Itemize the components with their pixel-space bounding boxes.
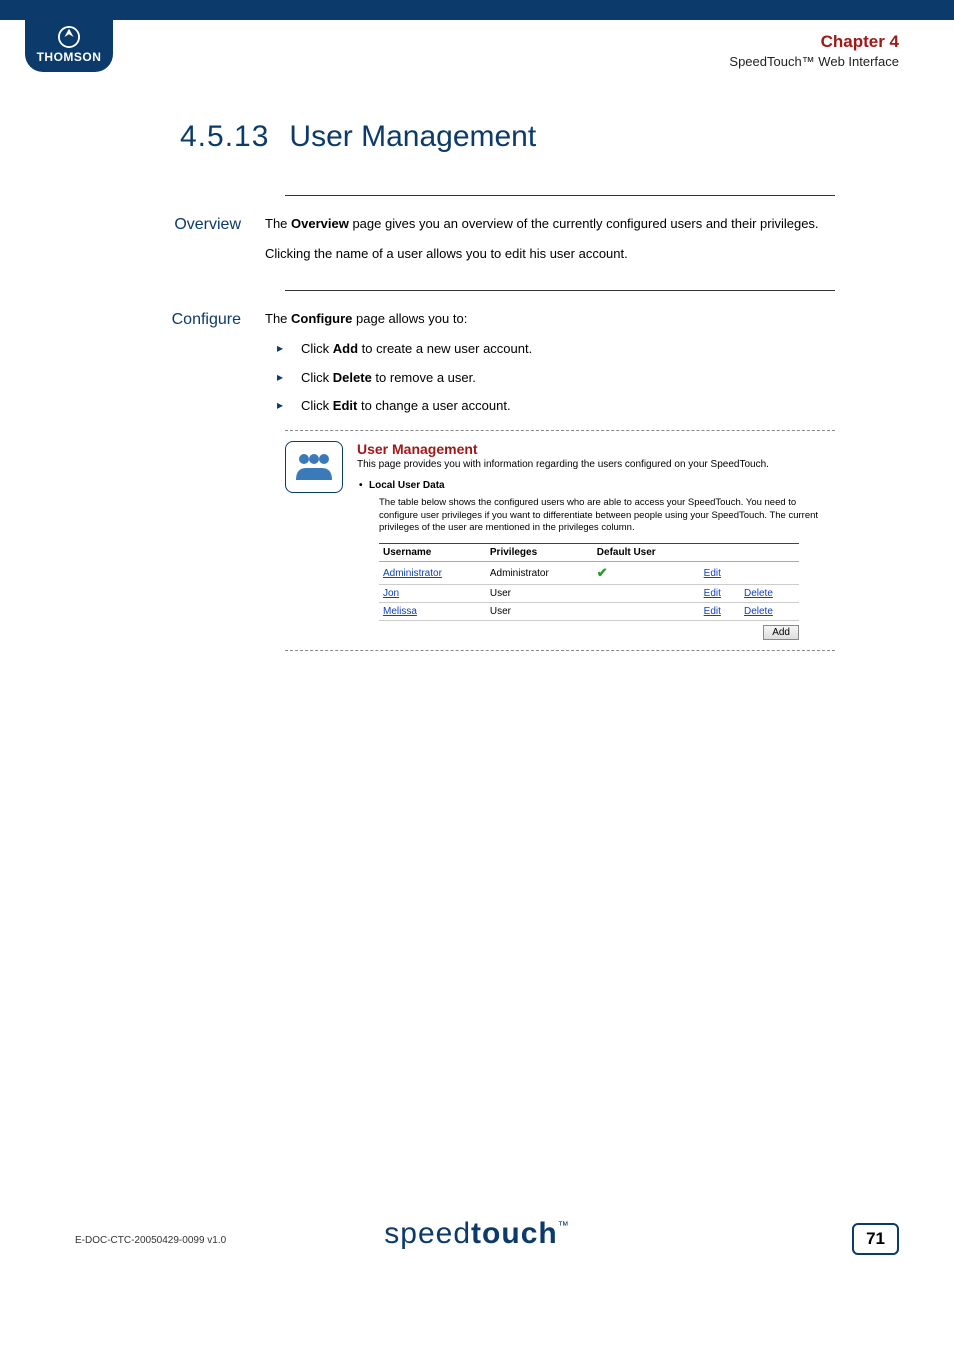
edit-link[interactable]: Edit bbox=[704, 568, 721, 579]
list-item: Click Delete to remove a user. bbox=[273, 368, 835, 388]
table-row: Administrator Administrator ✔ Edit bbox=[379, 562, 799, 585]
configure-text: The bbox=[265, 311, 291, 326]
table-row: Melissa User Edit Delete bbox=[379, 603, 799, 621]
delete-link[interactable]: Delete bbox=[744, 588, 773, 599]
top-bar bbox=[0, 0, 954, 20]
ui-note: The table below shows the configured use… bbox=[379, 497, 835, 535]
users-icon bbox=[285, 441, 343, 493]
overview-body: The Overview page gives you an overview … bbox=[265, 214, 835, 274]
configure-bold: Configure bbox=[291, 311, 352, 326]
footer-doc-id: E-DOC-CTC-20050429-0099 v1.0 bbox=[75, 1235, 226, 1246]
add-button[interactable]: Add bbox=[763, 625, 799, 640]
col-privileges: Privileges bbox=[486, 544, 593, 562]
user-link[interactable]: Melissa bbox=[383, 606, 417, 617]
priv-cell: Administrator bbox=[486, 562, 593, 585]
overview-bold: Overview bbox=[291, 216, 349, 231]
divider bbox=[285, 195, 835, 196]
user-link[interactable]: Jon bbox=[383, 588, 399, 599]
check-icon: ✔ bbox=[597, 565, 608, 580]
col-username: Username bbox=[379, 544, 486, 562]
section-title: User Management bbox=[289, 120, 536, 154]
thomson-logo-icon bbox=[58, 26, 80, 48]
header-right: Chapter 4 SpeedTouch™ Web Interface bbox=[729, 32, 899, 69]
configure-text: page allows you to: bbox=[352, 311, 467, 326]
edit-link[interactable]: Edit bbox=[704, 606, 721, 617]
section-title-row: 4.5.13 User Management bbox=[180, 120, 536, 154]
configure-heading: Configure bbox=[75, 309, 265, 424]
edit-link[interactable]: Edit bbox=[704, 588, 721, 599]
brand-name: THOMSON bbox=[37, 50, 102, 64]
user-link[interactable]: Administrator bbox=[383, 568, 442, 579]
section-number: 4.5.13 bbox=[180, 120, 269, 154]
footer-brand: speedtouch™ bbox=[384, 1217, 569, 1250]
screenshot-panel: User Management This page provides you w… bbox=[285, 430, 835, 651]
chapter-subtitle: SpeedTouch™ Web Interface bbox=[729, 54, 899, 69]
delete-link[interactable]: Delete bbox=[744, 606, 773, 617]
table-row: Jon User Edit Delete bbox=[379, 585, 799, 603]
overview-heading: Overview bbox=[75, 214, 265, 274]
priv-cell: User bbox=[486, 603, 593, 621]
divider bbox=[285, 290, 835, 291]
configure-body: The Configure page allows you to: Click … bbox=[265, 309, 835, 424]
list-item: Click Add to create a new user account. bbox=[273, 339, 835, 359]
list-item: Click Edit to change a user account. bbox=[273, 396, 835, 416]
overview-text: The bbox=[265, 216, 291, 231]
users-table: Username Privileges Default User Adminis… bbox=[379, 543, 799, 621]
page-number: 71 bbox=[852, 1223, 899, 1255]
priv-cell: User bbox=[486, 585, 593, 603]
ui-description: This page provides you with information … bbox=[357, 459, 835, 470]
ui-title: User Management bbox=[357, 441, 835, 457]
col-default: Default User bbox=[593, 544, 700, 562]
brand-badge: THOMSON bbox=[25, 0, 113, 72]
ui-subheading: Local User Data bbox=[369, 480, 835, 491]
chapter-label: Chapter 4 bbox=[729, 32, 899, 52]
overview-text: Clicking the name of a user allows you t… bbox=[265, 244, 835, 264]
overview-text: page gives you an overview of the curren… bbox=[349, 216, 819, 231]
